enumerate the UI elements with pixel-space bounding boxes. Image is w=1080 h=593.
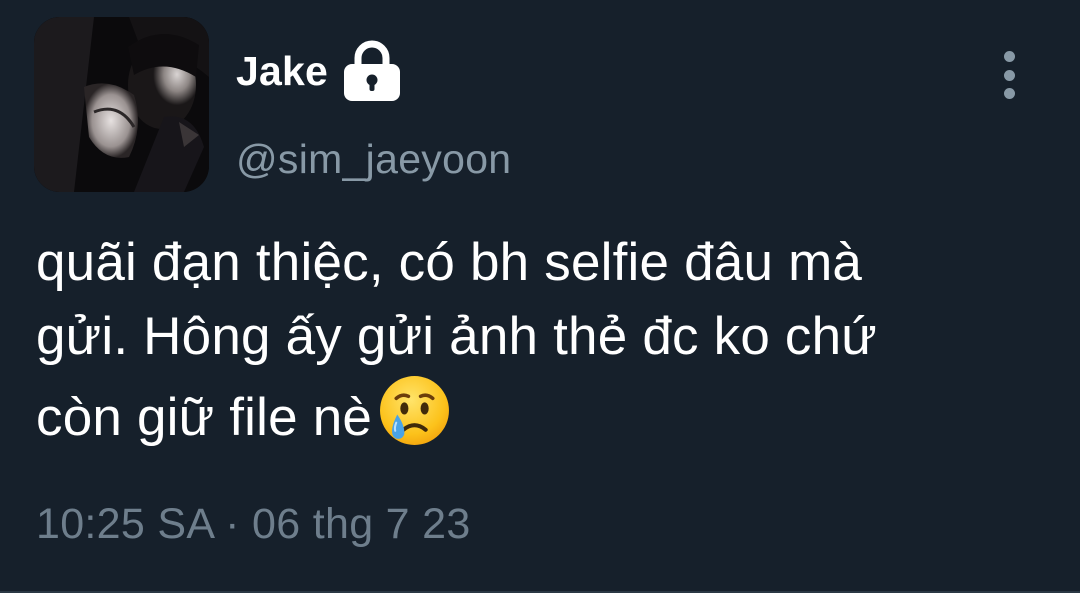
display-name-row: Jake <box>236 36 402 106</box>
tweet-text-line-content: còn giữ file nè <box>36 388 373 447</box>
display-name[interactable]: Jake <box>236 48 328 95</box>
menu-dot <box>1003 51 1015 62</box>
tweet-text-line: quãi đạn thiệc, có bh selfie đâu mà <box>36 233 863 292</box>
tweet-card: Jake @sim_jaeyoon quãi đạn thiệc, có bh … <box>0 0 1080 593</box>
lock-icon <box>342 40 402 102</box>
crying-face-emoji <box>378 374 451 447</box>
more-vertical-icon[interactable] <box>994 51 1024 99</box>
tweet-text-line-last: còn giữ file nè <box>36 374 1046 455</box>
tweet-timestamp[interactable]: 10:25 SA · 06 thg 7 23 <box>36 500 471 549</box>
avatar-photo <box>34 17 209 192</box>
tweet-text: quãi đạn thiệc, có bh selfie đâu mà gửi.… <box>36 226 1046 455</box>
menu-dot <box>1003 88 1015 99</box>
tweet-text-line: gửi. Hông ấy gửi ảnh thẻ đc ko chứ <box>36 307 877 366</box>
avatar[interactable] <box>34 17 209 192</box>
author-handle[interactable]: @sim_jaeyoon <box>236 136 511 183</box>
menu-dot <box>1003 69 1015 81</box>
